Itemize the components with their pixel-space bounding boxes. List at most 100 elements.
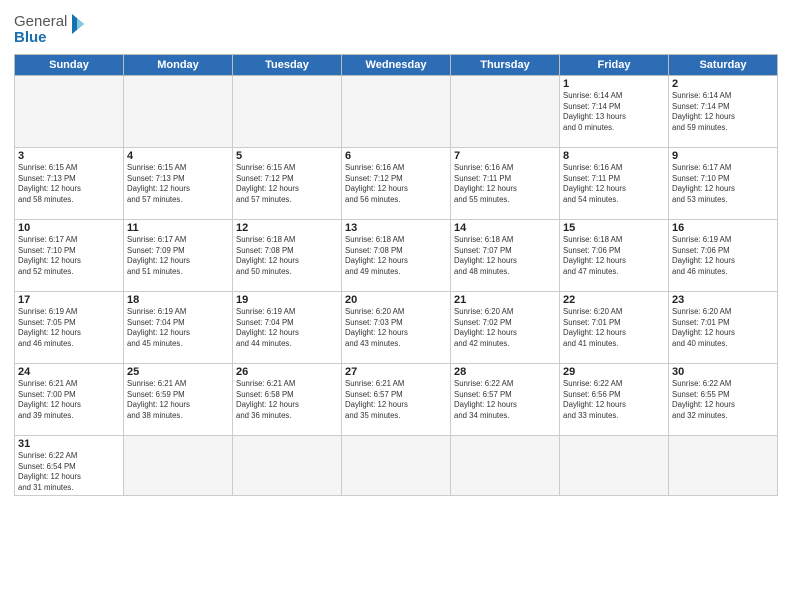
calendar-cell [560, 436, 669, 496]
calendar-cell: 20Sunrise: 6:20 AM Sunset: 7:03 PM Dayli… [342, 292, 451, 364]
calendar-cell [669, 436, 778, 496]
calendar-cell: 5Sunrise: 6:15 AM Sunset: 7:12 PM Daylig… [233, 148, 342, 220]
calendar-cell: 23Sunrise: 6:20 AM Sunset: 7:01 PM Dayli… [669, 292, 778, 364]
day-number: 1 [563, 78, 665, 90]
calendar-cell [124, 76, 233, 148]
calendar-cell: 15Sunrise: 6:18 AM Sunset: 7:06 PM Dayli… [560, 220, 669, 292]
day-info: Sunrise: 6:20 AM Sunset: 7:01 PM Dayligh… [563, 307, 665, 349]
calendar-cell [124, 436, 233, 496]
generalblue-logo-icon: General Blue [14, 10, 84, 48]
day-number: 5 [236, 150, 338, 162]
day-number: 9 [672, 150, 774, 162]
calendar-cell: 30Sunrise: 6:22 AM Sunset: 6:55 PM Dayli… [669, 364, 778, 436]
calendar-cell [451, 436, 560, 496]
day-info: Sunrise: 6:16 AM Sunset: 7:12 PM Dayligh… [345, 163, 447, 205]
day-info: Sunrise: 6:18 AM Sunset: 7:07 PM Dayligh… [454, 235, 556, 277]
calendar-cell [451, 76, 560, 148]
day-number: 16 [672, 222, 774, 234]
day-info: Sunrise: 6:22 AM Sunset: 6:54 PM Dayligh… [18, 451, 120, 493]
day-number: 6 [345, 150, 447, 162]
calendar-cell: 2Sunrise: 6:14 AM Sunset: 7:14 PM Daylig… [669, 76, 778, 148]
day-info: Sunrise: 6:21 AM Sunset: 6:59 PM Dayligh… [127, 379, 229, 421]
day-info: Sunrise: 6:16 AM Sunset: 7:11 PM Dayligh… [563, 163, 665, 205]
day-number: 30 [672, 366, 774, 378]
day-info: Sunrise: 6:19 AM Sunset: 7:06 PM Dayligh… [672, 235, 774, 277]
day-number: 11 [127, 222, 229, 234]
day-number: 25 [127, 366, 229, 378]
day-number: 23 [672, 294, 774, 306]
calendar-cell: 25Sunrise: 6:21 AM Sunset: 6:59 PM Dayli… [124, 364, 233, 436]
day-info: Sunrise: 6:21 AM Sunset: 6:57 PM Dayligh… [345, 379, 447, 421]
calendar-cell: 7Sunrise: 6:16 AM Sunset: 7:11 PM Daylig… [451, 148, 560, 220]
day-info: Sunrise: 6:14 AM Sunset: 7:14 PM Dayligh… [672, 91, 774, 133]
calendar-cell: 9Sunrise: 6:17 AM Sunset: 7:10 PM Daylig… [669, 148, 778, 220]
calendar-cell: 21Sunrise: 6:20 AM Sunset: 7:02 PM Dayli… [451, 292, 560, 364]
day-number: 15 [563, 222, 665, 234]
day-number: 19 [236, 294, 338, 306]
header-saturday: Saturday [669, 55, 778, 76]
svg-text:Blue: Blue [14, 29, 47, 46]
day-info: Sunrise: 6:15 AM Sunset: 7:13 PM Dayligh… [18, 163, 120, 205]
calendar-cell [342, 436, 451, 496]
day-info: Sunrise: 6:20 AM Sunset: 7:03 PM Dayligh… [345, 307, 447, 349]
day-info: Sunrise: 6:15 AM Sunset: 7:12 PM Dayligh… [236, 163, 338, 205]
day-number: 27 [345, 366, 447, 378]
calendar-cell: 24Sunrise: 6:21 AM Sunset: 7:00 PM Dayli… [15, 364, 124, 436]
calendar-cell: 17Sunrise: 6:19 AM Sunset: 7:05 PM Dayli… [15, 292, 124, 364]
calendar-cell: 14Sunrise: 6:18 AM Sunset: 7:07 PM Dayli… [451, 220, 560, 292]
calendar-cell [233, 436, 342, 496]
day-info: Sunrise: 6:15 AM Sunset: 7:13 PM Dayligh… [127, 163, 229, 205]
calendar-cell: 6Sunrise: 6:16 AM Sunset: 7:12 PM Daylig… [342, 148, 451, 220]
day-number: 3 [18, 150, 120, 162]
day-number: 18 [127, 294, 229, 306]
header-friday: Friday [560, 55, 669, 76]
calendar-cell: 4Sunrise: 6:15 AM Sunset: 7:13 PM Daylig… [124, 148, 233, 220]
calendar-cell: 19Sunrise: 6:19 AM Sunset: 7:04 PM Dayli… [233, 292, 342, 364]
calendar-cell: 18Sunrise: 6:19 AM Sunset: 7:04 PM Dayli… [124, 292, 233, 364]
day-number: 7 [454, 150, 556, 162]
day-number: 2 [672, 78, 774, 90]
calendar-cell: 13Sunrise: 6:18 AM Sunset: 7:08 PM Dayli… [342, 220, 451, 292]
day-number: 24 [18, 366, 120, 378]
calendar-cell: 27Sunrise: 6:21 AM Sunset: 6:57 PM Dayli… [342, 364, 451, 436]
header-sunday: Sunday [15, 55, 124, 76]
day-info: Sunrise: 6:22 AM Sunset: 6:57 PM Dayligh… [454, 379, 556, 421]
day-info: Sunrise: 6:21 AM Sunset: 7:00 PM Dayligh… [18, 379, 120, 421]
day-number: 22 [563, 294, 665, 306]
day-info: Sunrise: 6:19 AM Sunset: 7:04 PM Dayligh… [127, 307, 229, 349]
calendar-cell: 16Sunrise: 6:19 AM Sunset: 7:06 PM Dayli… [669, 220, 778, 292]
day-info: Sunrise: 6:17 AM Sunset: 7:10 PM Dayligh… [672, 163, 774, 205]
header-wednesday: Wednesday [342, 55, 451, 76]
header-tuesday: Tuesday [233, 55, 342, 76]
day-info: Sunrise: 6:19 AM Sunset: 7:05 PM Dayligh… [18, 307, 120, 349]
calendar-cell: 26Sunrise: 6:21 AM Sunset: 6:58 PM Dayli… [233, 364, 342, 436]
day-number: 21 [454, 294, 556, 306]
day-number: 14 [454, 222, 556, 234]
day-info: Sunrise: 6:22 AM Sunset: 6:55 PM Dayligh… [672, 379, 774, 421]
calendar-table: Sunday Monday Tuesday Wednesday Thursday… [14, 54, 778, 496]
calendar-cell: 29Sunrise: 6:22 AM Sunset: 6:56 PM Dayli… [560, 364, 669, 436]
calendar-cell: 22Sunrise: 6:20 AM Sunset: 7:01 PM Dayli… [560, 292, 669, 364]
day-info: Sunrise: 6:18 AM Sunset: 7:08 PM Dayligh… [345, 235, 447, 277]
day-number: 13 [345, 222, 447, 234]
day-number: 28 [454, 366, 556, 378]
page-header: General Blue [14, 10, 778, 48]
day-info: Sunrise: 6:18 AM Sunset: 7:06 PM Dayligh… [563, 235, 665, 277]
day-info: Sunrise: 6:20 AM Sunset: 7:01 PM Dayligh… [672, 307, 774, 349]
logo: General Blue [14, 10, 84, 48]
svg-text:General: General [14, 13, 67, 30]
day-info: Sunrise: 6:22 AM Sunset: 6:56 PM Dayligh… [563, 379, 665, 421]
day-info: Sunrise: 6:16 AM Sunset: 7:11 PM Dayligh… [454, 163, 556, 205]
day-info: Sunrise: 6:20 AM Sunset: 7:02 PM Dayligh… [454, 307, 556, 349]
header-thursday: Thursday [451, 55, 560, 76]
day-number: 26 [236, 366, 338, 378]
day-number: 4 [127, 150, 229, 162]
day-number: 31 [18, 438, 120, 450]
calendar-cell: 1Sunrise: 6:14 AM Sunset: 7:14 PM Daylig… [560, 76, 669, 148]
calendar-cell: 12Sunrise: 6:18 AM Sunset: 7:08 PM Dayli… [233, 220, 342, 292]
day-number: 8 [563, 150, 665, 162]
calendar-cell: 11Sunrise: 6:17 AM Sunset: 7:09 PM Dayli… [124, 220, 233, 292]
day-number: 10 [18, 222, 120, 234]
calendar-cell [233, 76, 342, 148]
calendar-cell: 28Sunrise: 6:22 AM Sunset: 6:57 PM Dayli… [451, 364, 560, 436]
